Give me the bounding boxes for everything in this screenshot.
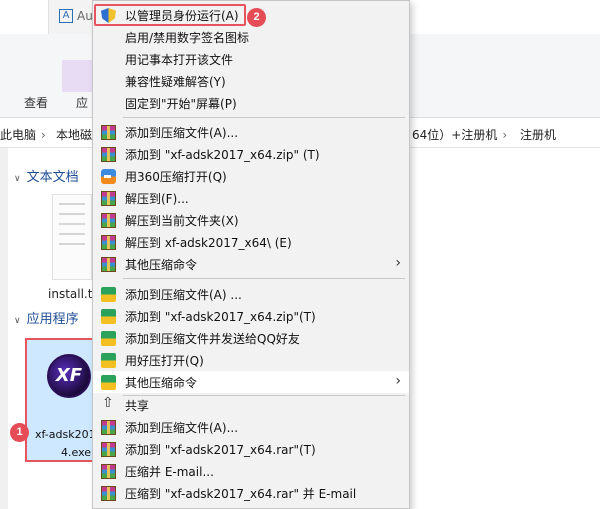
winrar-icon (101, 235, 116, 250)
breadcrumb-keygen[interactable]: 注册机 (520, 126, 556, 143)
chevron-down-icon: ∨ (14, 316, 21, 326)
winrar-icon (101, 147, 116, 162)
breadcrumb-local-disk[interactable]: 本地磁 (56, 126, 92, 143)
xf-keygen-icon: XF (47, 354, 91, 398)
annotation-highlight-run-as-admin (94, 4, 246, 26)
breadcrumb-folder[interactable]: 64位）+注册机 › (412, 126, 507, 143)
menu-item-winrar-more[interactable]: 其他压缩命令 › (93, 253, 409, 275)
menu-item-extract-here[interactable]: 解压到当前文件夹(X) (93, 209, 409, 231)
menu-item-open-notepad[interactable]: 用记事本打开该文件 (93, 48, 409, 70)
menu-separator (123, 278, 405, 279)
winrar-icon (101, 191, 116, 206)
winrar-icon (101, 464, 116, 479)
autodesk-app-icon: A (59, 9, 73, 23)
menu-item-pin-start[interactable]: 固定到"开始"屏幕(P) (93, 92, 409, 114)
menu-item-rar-add-archive[interactable]: 添加到压缩文件(A)... (93, 416, 409, 438)
menu-item-toggle-signature-icon[interactable]: 启用/禁用数字签名图标 (93, 26, 409, 48)
chevron-down-icon: ∨ (14, 174, 21, 184)
chevron-right-icon: › (395, 373, 401, 389)
winrar-icon (101, 125, 116, 140)
menu-item-winrar-add-archive[interactable]: 添加到压缩文件(A)... (93, 121, 409, 143)
menu-item-haozip-add-archive[interactable]: 添加到压缩文件(A) ... (93, 283, 409, 305)
360zip-icon (101, 169, 116, 184)
text-file-name[interactable]: install.t (48, 287, 92, 301)
step-badge-2: 2 (247, 8, 266, 27)
menu-item-compress-email[interactable]: 压缩并 E-mail... (93, 460, 409, 482)
menu-item-compress-rar-email[interactable]: 压缩到 "xf-adsk2017_x64.rar" 并 E-mail (93, 482, 409, 504)
winrar-icon (101, 257, 116, 272)
menu-item-extract-to[interactable]: 解压到(F)... (93, 187, 409, 209)
chevron-right-icon: › (395, 255, 401, 271)
step-badge-1: 1 (10, 423, 29, 442)
context-menu: 以管理员身份运行(A) 启用/禁用数字签名图标 用记事本打开该文件 兼容性疑难解… (92, 0, 410, 509)
haozip-icon (101, 353, 116, 368)
menu-item-open-haozip[interactable]: 用好压打开(Q) (93, 349, 409, 371)
winrar-icon (101, 213, 116, 228)
menu-item-haozip-send-qq[interactable]: 添加到压缩文件并发送给QQ好友 (93, 327, 409, 349)
group-header-applications[interactable]: ∨ 应用程序 (14, 308, 79, 327)
menu-item-haozip-add-zip[interactable]: 添加到 "xf-adsk2017_x64.zip"(T) (93, 305, 409, 327)
menu-separator (123, 117, 405, 118)
share-icon (101, 395, 116, 413)
breadcrumb-this-pc[interactable]: 此电脑 › (0, 126, 46, 143)
haozip-icon (101, 331, 116, 346)
winrar-icon (101, 486, 116, 501)
winrar-icon (101, 442, 116, 457)
haozip-icon (101, 375, 116, 390)
haozip-icon (101, 309, 116, 324)
selected-exe-file[interactable]: XF xf-adsk201 4.exe (25, 338, 97, 462)
menu-item-compat-troubleshoot[interactable]: 兼容性疑难解答(Y) (93, 70, 409, 92)
text-file-icon[interactable] (52, 194, 92, 280)
ribbon-tab-application[interactable]: 应 (76, 94, 88, 111)
group-header-text-docs[interactable]: ∨ 文本文档 (14, 166, 79, 185)
nav-pane-edge (0, 148, 8, 509)
winrar-icon (101, 420, 116, 435)
haozip-icon (101, 287, 116, 302)
menu-item-haozip-more[interactable]: 其他压缩命令 › (93, 371, 409, 393)
menu-item-rar-add-rar[interactable]: 添加到 "xf-adsk2017_x64.rar"(T) (93, 438, 409, 460)
menu-item-open-360zip[interactable]: 用360压缩打开(Q) (93, 165, 409, 187)
menu-item-winrar-add-zip[interactable]: 添加到 "xf-adsk2017_x64.zip" (T) (93, 143, 409, 165)
ribbon-tab-view[interactable]: 查看 (24, 94, 48, 111)
exe-file-name-line2: 4.exe (61, 446, 92, 459)
menu-item-share[interactable]: 共享 (93, 394, 409, 416)
menu-item-extract-folder[interactable]: 解压到 xf-adsk2017_x64\ (E) (93, 231, 409, 253)
